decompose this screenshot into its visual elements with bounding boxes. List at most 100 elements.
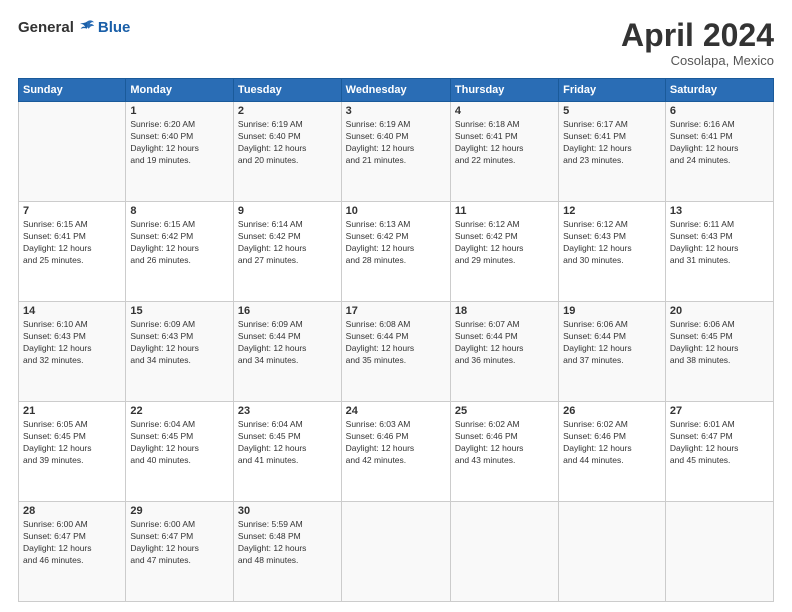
week-row-2: 7 Sunrise: 6:15 AM Sunset: 6:41 PM Daylig… <box>19 202 774 302</box>
page: General Blue April 2024 Cosolapa, Mexico… <box>0 0 792 612</box>
day-cell: 28 Sunrise: 6:00 AM Sunset: 6:47 PM Dayli… <box>19 502 126 602</box>
day-cell: 25 Sunrise: 6:02 AM Sunset: 6:46 PM Dayli… <box>450 402 558 502</box>
day-info: Sunrise: 6:11 AM Sunset: 6:43 PM Dayligh… <box>670 219 769 267</box>
day-cell: 29Sunrise: 6:00 AM Sunset: 6:47 PM Dayli… <box>126 502 234 602</box>
logo-bird-icon <box>78 18 96 36</box>
day-number: 26 <box>563 405 661 417</box>
column-header-tuesday: Tuesday <box>233 79 341 102</box>
day-cell: 10 Sunrise: 6:13 AM Sunset: 6:42 PM Dayli… <box>341 202 450 302</box>
day-info: Sunrise: 6:19 AM Sunset: 6:40 PM Dayligh… <box>238 119 337 167</box>
column-header-saturday: Saturday <box>665 79 773 102</box>
day-info: Sunrise: 6:09 AM Sunset: 6:44 PM Dayligh… <box>238 319 337 367</box>
column-header-thursday: Thursday <box>450 79 558 102</box>
month-title: April 2024 <box>621 18 774 53</box>
day-cell: 14Sunrise: 6:10 AM Sunset: 6:43 PM Dayli… <box>19 302 126 402</box>
day-info: Sunrise: 6:10 AM Sunset: 6:43 PM Dayligh… <box>23 319 121 367</box>
day-info: Sunrise: 6:02 AM Sunset: 6:46 PM Dayligh… <box>455 419 554 467</box>
day-info: Sunrise: 6:16 AM Sunset: 6:41 PM Dayligh… <box>670 119 769 167</box>
day-info: Sunrise: 6:02 AM Sunset: 6:46 PM Dayligh… <box>563 419 661 467</box>
day-cell: 3Sunrise: 6:19 AM Sunset: 6:40 PM Daylig… <box>341 102 450 202</box>
day-info: Sunrise: 6:20 AM Sunset: 6:40 PM Dayligh… <box>130 119 229 167</box>
day-info: Sunrise: 6:15 AM Sunset: 6:41 PM Dayligh… <box>23 219 121 267</box>
day-number: 27 <box>670 405 769 417</box>
day-info: Sunrise: 6:08 AM Sunset: 6:44 PM Dayligh… <box>346 319 446 367</box>
day-cell: 19 Sunrise: 6:06 AM Sunset: 6:44 PM Dayli… <box>559 302 666 402</box>
day-info: Sunrise: 6:14 AM Sunset: 6:42 PM Dayligh… <box>238 219 337 267</box>
day-number: 5 <box>563 105 661 117</box>
day-cell: 11Sunrise: 6:12 AM Sunset: 6:42 PM Dayli… <box>450 202 558 302</box>
day-cell: 30Sunrise: 5:59 AM Sunset: 6:48 PM Dayli… <box>233 502 341 602</box>
day-info: Sunrise: 6:06 AM Sunset: 6:44 PM Dayligh… <box>563 319 661 367</box>
day-info: Sunrise: 5:59 AM Sunset: 6:48 PM Dayligh… <box>238 519 337 567</box>
column-header-sunday: Sunday <box>19 79 126 102</box>
header: General Blue April 2024 Cosolapa, Mexico <box>18 18 774 68</box>
day-number: 16 <box>238 305 337 317</box>
day-info: Sunrise: 6:13 AM Sunset: 6:42 PM Dayligh… <box>346 219 446 267</box>
day-info: Sunrise: 6:07 AM Sunset: 6:44 PM Dayligh… <box>455 319 554 367</box>
column-header-wednesday: Wednesday <box>341 79 450 102</box>
day-number: 6 <box>670 105 769 117</box>
day-info: Sunrise: 6:15 AM Sunset: 6:42 PM Dayligh… <box>130 219 229 267</box>
day-cell <box>665 502 773 602</box>
logo: General Blue <box>18 18 130 36</box>
day-number: 13 <box>670 205 769 217</box>
day-cell: 16 Sunrise: 6:09 AM Sunset: 6:44 PM Dayli… <box>233 302 341 402</box>
day-info: Sunrise: 6:00 AM Sunset: 6:47 PM Dayligh… <box>23 519 121 567</box>
day-cell: 8 Sunrise: 6:15 AM Sunset: 6:42 PM Daylig… <box>126 202 234 302</box>
day-number: 25 <box>455 405 554 417</box>
day-number: 28 <box>23 505 121 517</box>
day-number: 3 <box>346 105 446 117</box>
day-info: Sunrise: 6:06 AM Sunset: 6:45 PM Dayligh… <box>670 319 769 367</box>
day-cell: 21 Sunrise: 6:05 AM Sunset: 6:45 PM Dayli… <box>19 402 126 502</box>
day-cell: 22Sunrise: 6:04 AM Sunset: 6:45 PM Dayli… <box>126 402 234 502</box>
day-number: 1 <box>130 105 229 117</box>
day-number: 24 <box>346 405 446 417</box>
day-cell: 20 Sunrise: 6:06 AM Sunset: 6:45 PM Dayli… <box>665 302 773 402</box>
day-number: 12 <box>563 205 661 217</box>
day-cell: 15 Sunrise: 6:09 AM Sunset: 6:43 PM Dayli… <box>126 302 234 402</box>
day-number: 8 <box>130 205 229 217</box>
day-cell: 18 Sunrise: 6:07 AM Sunset: 6:44 PM Dayli… <box>450 302 558 402</box>
logo-general-text: General <box>18 19 74 36</box>
day-number: 10 <box>346 205 446 217</box>
column-header-monday: Monday <box>126 79 234 102</box>
day-cell <box>450 502 558 602</box>
week-row-4: 21 Sunrise: 6:05 AM Sunset: 6:45 PM Dayli… <box>19 402 774 502</box>
day-number: 23 <box>238 405 337 417</box>
day-cell <box>19 102 126 202</box>
day-number: 22 <box>130 405 229 417</box>
day-number: 19 <box>563 305 661 317</box>
header-row: SundayMondayTuesdayWednesdayThursdayFrid… <box>19 79 774 102</box>
day-info: Sunrise: 6:05 AM Sunset: 6:45 PM Dayligh… <box>23 419 121 467</box>
day-cell: 2 Sunrise: 6:19 AM Sunset: 6:40 PM Daylig… <box>233 102 341 202</box>
day-cell: 7 Sunrise: 6:15 AM Sunset: 6:41 PM Daylig… <box>19 202 126 302</box>
week-row-3: 14Sunrise: 6:10 AM Sunset: 6:43 PM Dayli… <box>19 302 774 402</box>
day-number: 20 <box>670 305 769 317</box>
day-number: 15 <box>130 305 229 317</box>
day-number: 18 <box>455 305 554 317</box>
day-info: Sunrise: 6:12 AM Sunset: 6:43 PM Dayligh… <box>563 219 661 267</box>
day-cell: 13 Sunrise: 6:11 AM Sunset: 6:43 PM Dayli… <box>665 202 773 302</box>
day-number: 9 <box>238 205 337 217</box>
day-cell: 5 Sunrise: 6:17 AM Sunset: 6:41 PM Daylig… <box>559 102 666 202</box>
location: Cosolapa, Mexico <box>621 53 774 68</box>
day-cell: 9 Sunrise: 6:14 AM Sunset: 6:42 PM Daylig… <box>233 202 341 302</box>
day-info: Sunrise: 6:00 AM Sunset: 6:47 PM Dayligh… <box>130 519 229 567</box>
day-info: Sunrise: 6:12 AM Sunset: 6:42 PM Dayligh… <box>455 219 554 267</box>
day-info: Sunrise: 6:03 AM Sunset: 6:46 PM Dayligh… <box>346 419 446 467</box>
day-number: 7 <box>23 205 121 217</box>
day-cell <box>341 502 450 602</box>
week-row-5: 28 Sunrise: 6:00 AM Sunset: 6:47 PM Dayli… <box>19 502 774 602</box>
day-cell: 26 Sunrise: 6:02 AM Sunset: 6:46 PM Dayli… <box>559 402 666 502</box>
day-number: 21 <box>23 405 121 417</box>
day-number: 2 <box>238 105 337 117</box>
day-cell <box>559 502 666 602</box>
day-info: Sunrise: 6:09 AM Sunset: 6:43 PM Dayligh… <box>130 319 229 367</box>
calendar-table: SundayMondayTuesdayWednesdayThursdayFrid… <box>18 78 774 602</box>
day-info: Sunrise: 6:17 AM Sunset: 6:41 PM Dayligh… <box>563 119 661 167</box>
day-cell: 27Sunrise: 6:01 AM Sunset: 6:47 PM Dayli… <box>665 402 773 502</box>
title-section: April 2024 Cosolapa, Mexico <box>621 18 774 68</box>
day-cell: 12 Sunrise: 6:12 AM Sunset: 6:43 PM Dayli… <box>559 202 666 302</box>
day-number: 17 <box>346 305 446 317</box>
logo-blue-text: Blue <box>98 19 131 36</box>
